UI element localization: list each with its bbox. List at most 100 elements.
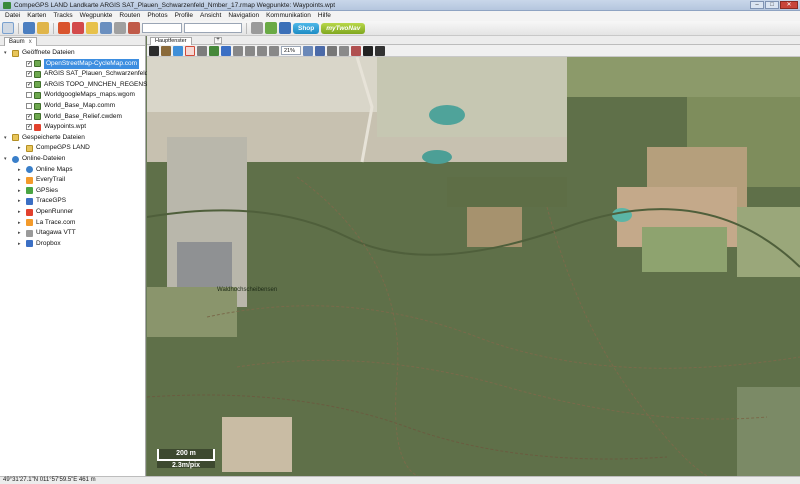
zoom-out-icon[interactable] bbox=[245, 45, 255, 56]
folder-icon[interactable] bbox=[86, 22, 98, 34]
tree-expander-icon[interactable] bbox=[18, 71, 24, 77]
tree-expander-icon[interactable]: ▾ bbox=[4, 135, 10, 141]
upload-icon[interactable] bbox=[265, 22, 277, 34]
gps-icon[interactable] bbox=[23, 22, 35, 34]
layer-checkbox[interactable]: ✓ bbox=[26, 124, 32, 131]
panel-tab-bar: Baum x bbox=[0, 36, 145, 46]
waypoint-tool-icon[interactable] bbox=[72, 22, 84, 34]
zoom-fit-icon[interactable] bbox=[257, 45, 267, 56]
display-icon[interactable] bbox=[315, 45, 325, 56]
menu-ansicht[interactable]: Ansicht bbox=[200, 11, 221, 21]
layer-checkbox[interactable]: ✓ bbox=[26, 60, 32, 67]
tree-expander-icon[interactable]: ▾ bbox=[4, 50, 10, 56]
undo-icon[interactable] bbox=[251, 22, 263, 34]
tree-expander-icon[interactable]: ▸ bbox=[18, 230, 24, 236]
save-icon[interactable] bbox=[100, 22, 112, 34]
tree-expander-icon[interactable] bbox=[18, 124, 24, 130]
tab-close-icon[interactable]: x bbox=[29, 39, 32, 45]
map-view[interactable]: Waldhochscheibensen 200 m 2.3m/pix bbox=[147, 57, 800, 476]
tree-item[interactable]: ▸ La Trace.com bbox=[18, 218, 75, 228]
menu-routen[interactable]: Routen bbox=[119, 11, 140, 21]
tree-expander-icon[interactable]: ▸ bbox=[18, 177, 24, 183]
map-type-icon[interactable] bbox=[303, 45, 313, 56]
tree-expander-icon[interactable]: ▸ bbox=[18, 145, 24, 151]
ruler-icon[interactable] bbox=[351, 45, 361, 56]
pin-tool-icon[interactable] bbox=[185, 45, 195, 56]
layer-checkbox[interactable]: ✓ bbox=[26, 71, 32, 78]
tab-hauptfenster[interactable]: Hauptfenster bbox=[150, 37, 192, 45]
tree-item[interactable]: ▸ Online Maps bbox=[18, 165, 73, 175]
window-icon[interactable] bbox=[375, 45, 385, 56]
tree-expander-icon[interactable] bbox=[18, 103, 24, 109]
rotate-icon[interactable] bbox=[269, 45, 279, 56]
tree-toggle-icon[interactable] bbox=[2, 22, 14, 34]
menu-karten[interactable]: Karten bbox=[27, 11, 46, 21]
hand-pan-icon[interactable] bbox=[161, 45, 171, 56]
search-field-1[interactable] bbox=[142, 23, 182, 33]
tab-baum[interactable]: Baum x bbox=[4, 37, 37, 46]
tree-item[interactable]: World_Base_Map.comm bbox=[18, 101, 115, 111]
map-layer-icon[interactable] bbox=[209, 45, 219, 56]
photo-icon[interactable] bbox=[128, 22, 140, 34]
tree-item[interactable]: ✓ World_Base_Relief.cwdem bbox=[18, 112, 122, 122]
move-icon[interactable] bbox=[173, 45, 183, 56]
track-tool-icon[interactable] bbox=[58, 22, 70, 34]
menu-datei[interactable]: Datei bbox=[5, 11, 20, 21]
layer-checkbox[interactable]: ✓ bbox=[26, 113, 32, 120]
tree-item[interactable]: ✓ OpenStreetMap-CycleMap.com bbox=[18, 58, 140, 69]
tree-expander-icon[interactable]: ▸ bbox=[18, 198, 24, 204]
tree-item[interactable]: ▸ GPSies bbox=[18, 186, 58, 196]
tree-item[interactable]: ▸ EveryTrail bbox=[18, 175, 65, 185]
tree-item[interactable]: ▸ CompeGPS LAND bbox=[18, 143, 90, 153]
zoom-in-icon[interactable] bbox=[233, 45, 243, 56]
add-tab-button[interactable]: + bbox=[214, 37, 222, 44]
tree-item[interactable]: ▸ Utagawa VTT bbox=[18, 228, 76, 238]
tree-item[interactable]: ▾ Online-Dateien bbox=[4, 154, 65, 164]
tree-item[interactable]: WorldgoogleMaps_maps.wgom bbox=[18, 90, 135, 100]
layer-checkbox[interactable]: ✓ bbox=[26, 81, 32, 88]
tree-item[interactable]: ▸ OpenRunner bbox=[18, 207, 73, 217]
print-icon[interactable] bbox=[114, 22, 126, 34]
compass-icon[interactable] bbox=[197, 45, 207, 56]
tree-expander-icon[interactable] bbox=[18, 114, 24, 120]
tree-expander-icon[interactable] bbox=[18, 82, 24, 88]
map-tool-icon[interactable] bbox=[149, 45, 159, 56]
menu-photos[interactable]: Photos bbox=[147, 11, 167, 21]
menu-profile[interactable]: Profile bbox=[175, 11, 193, 21]
close-button[interactable]: ✕ bbox=[780, 1, 798, 9]
minimize-button[interactable]: – bbox=[750, 1, 764, 9]
open-folder-icon[interactable] bbox=[37, 22, 49, 34]
layer-checkbox[interactable] bbox=[26, 92, 32, 99]
menu-navigation[interactable]: Navigation bbox=[228, 11, 259, 21]
menu-tracks[interactable]: Tracks bbox=[53, 11, 72, 21]
menu-kommunikation[interactable]: Kommunikation bbox=[266, 11, 311, 21]
tree-item[interactable]: ▸ Dropbox bbox=[18, 239, 61, 249]
tree-item[interactable]: ✓ Waypoints.wpt bbox=[18, 122, 86, 132]
fullscreen-icon[interactable] bbox=[363, 45, 373, 56]
tree-item[interactable]: ✓ ARGIS SAT_Plauen_Schwarzenfeld_N bbox=[18, 69, 157, 79]
tree-expander-icon[interactable]: ▸ bbox=[18, 241, 24, 247]
menu-wegpunkte[interactable]: Wegpunkte bbox=[80, 11, 113, 21]
zoom-level-select[interactable]: 21% bbox=[281, 46, 301, 55]
menu-hilfe[interactable]: Hilfe bbox=[318, 11, 331, 21]
tree-item[interactable]: ✓ ARGIS TOPO_MNCHEN_REGENSBURG bbox=[18, 80, 166, 90]
3d-view-icon[interactable] bbox=[327, 45, 337, 56]
tree-expander-icon[interactable] bbox=[18, 61, 24, 67]
mytwonav-button[interactable]: myTwoNav bbox=[321, 22, 366, 34]
tree-expander-icon[interactable]: ▸ bbox=[18, 167, 24, 173]
maximize-button[interactable]: □ bbox=[765, 1, 779, 9]
tree-expander-icon[interactable] bbox=[18, 92, 24, 98]
tree-expander-icon[interactable]: ▸ bbox=[18, 188, 24, 194]
shop-button[interactable]: Shop bbox=[293, 22, 320, 34]
tree-expander-icon[interactable]: ▸ bbox=[18, 220, 24, 226]
map-layer-2-icon[interactable] bbox=[221, 45, 231, 56]
tree-item[interactable]: ▾ Gespeicherte Dateien bbox=[4, 133, 85, 143]
search-field-2[interactable] bbox=[184, 23, 242, 33]
tree-expander-icon[interactable]: ▸ bbox=[18, 209, 24, 215]
tree-expander-icon[interactable]: ▾ bbox=[4, 156, 10, 162]
layer-checkbox[interactable] bbox=[26, 103, 32, 109]
tree-item[interactable]: ▸ TraceGPS bbox=[18, 196, 66, 206]
tree-item[interactable]: ▾ Geöffnete Dateien bbox=[4, 48, 75, 58]
calendar-icon[interactable] bbox=[279, 22, 291, 34]
measure-icon[interactable] bbox=[339, 45, 349, 56]
